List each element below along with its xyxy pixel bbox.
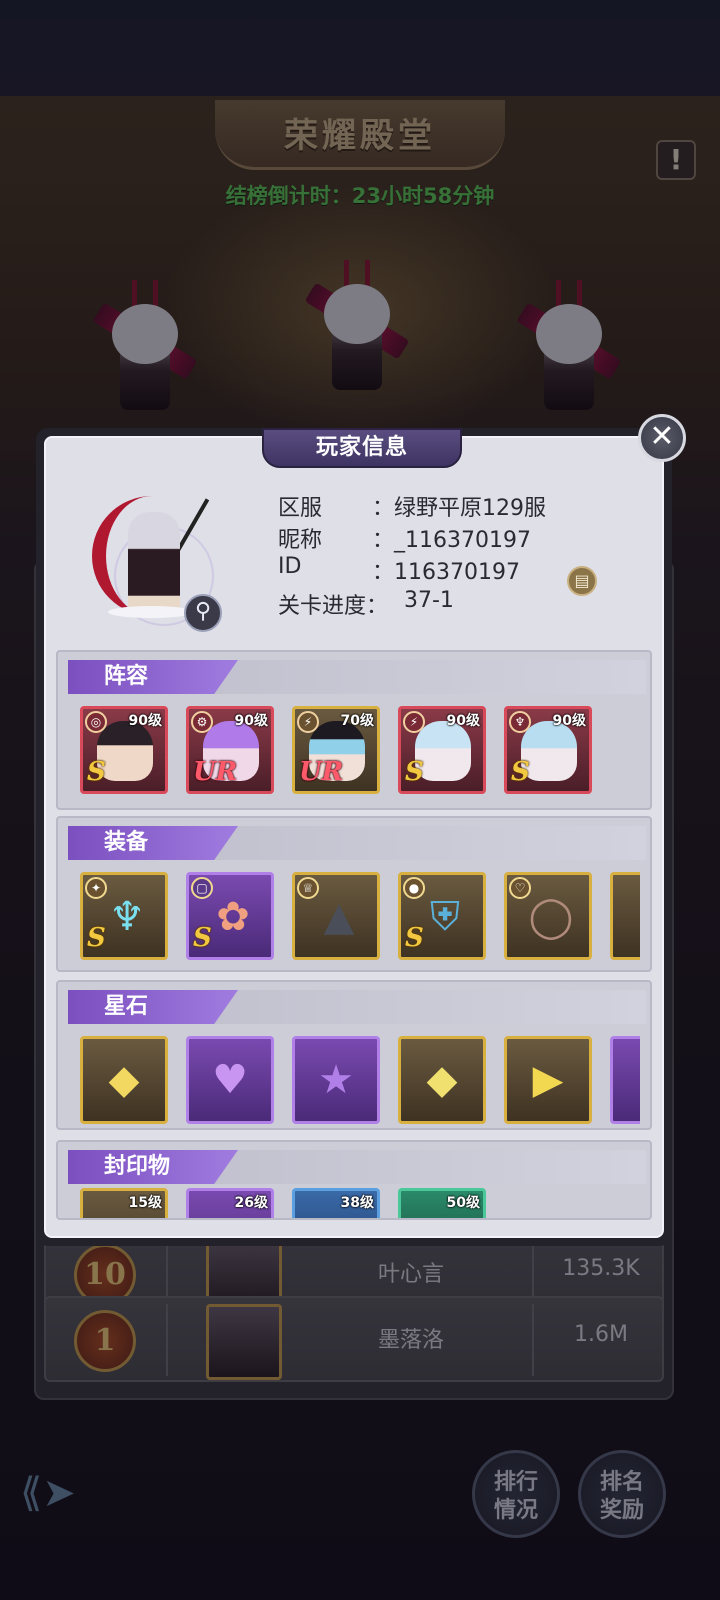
swirl-icon: ◎ (85, 711, 107, 733)
section-title: 星石 (68, 990, 238, 1024)
seal-list: 15级 26级 38级 50级 (80, 1188, 640, 1218)
hero-slot-1[interactable]: ◎ 90级 S (80, 706, 168, 794)
copy-icon: ▤ (574, 571, 590, 590)
star-stone-slot-1[interactable]: ◆ (80, 1036, 168, 1124)
hero-slot-5[interactable]: ♆ 90级 S (504, 706, 592, 794)
star-stone-slot-6[interactable] (610, 1036, 640, 1124)
purple-star-gem-icon: ★ (318, 1057, 354, 1103)
star-stone-list: ◆ ♥ ★ ◆ ▶ (80, 1036, 640, 1132)
gear-icon: ⚙ (191, 711, 213, 733)
wing-icon: ⚡ (403, 711, 425, 733)
hero-list: ◎ 90级 S ⚙ 90级 UR ⚡ 70级 UR ⚡ 90级 S ♆ 90级 … (80, 706, 640, 802)
seal-section: 封印物 15级 26级 38级 50级 (56, 1140, 652, 1220)
spellbook-icon: ✿ (216, 894, 250, 940)
star-stone-slot-2[interactable]: ♥ (186, 1036, 274, 1124)
section-title: 阵容 (68, 660, 238, 694)
id-label: ID (278, 554, 302, 579)
staff-icon: ♆ (509, 711, 531, 733)
id-value: ：116370197 (372, 560, 520, 585)
close-button[interactable]: ✕ (638, 414, 686, 462)
section-title: 封印物 (68, 1150, 238, 1184)
close-icon: ✕ (649, 419, 675, 454)
equipment-slot-extra[interactable] (610, 872, 640, 960)
equipment-slot-armor[interactable]: ⛨ ● S (398, 872, 486, 960)
star-stone-slot-4[interactable]: ◆ (398, 1036, 486, 1124)
star-stone-section: 星石 ◆ ♥ ★ ◆ ▶ (56, 980, 652, 1130)
armor-icon: ⛨ (430, 894, 460, 940)
seal-slot-2[interactable]: 26级 (186, 1188, 274, 1218)
hero-slot-2[interactable]: ⚙ 90级 UR (186, 706, 274, 794)
yellow-triangle-gem-icon: ▶ (532, 1057, 564, 1103)
seal-slot-1[interactable]: 15级 (80, 1188, 168, 1218)
equipment-slot-book[interactable]: ✿ ▢ S (186, 872, 274, 960)
yellow-square-gem-icon: ◆ (108, 1057, 140, 1103)
equipment-section: 装备 ♆ ✦ S ✿ ▢ S ▲ ♕ ⛨ ● S ◯ ♡ (56, 816, 652, 972)
server-label: 区服 (278, 496, 323, 521)
nickname-value: ：_116370197 (372, 528, 531, 553)
bracelet-icon: ◯ (528, 894, 574, 940)
equipment-slot-hat[interactable]: ▲ ♕ (292, 872, 380, 960)
seal-slot-3[interactable]: 38级 (292, 1188, 380, 1218)
purple-heart-gem-icon: ♥ (212, 1057, 248, 1103)
equipment-slot-accessory[interactable]: ◯ ♡ (504, 872, 592, 960)
yellow-diamond-gem-icon: ◆ (426, 1057, 458, 1103)
copy-id-button[interactable]: ▤ (567, 566, 597, 596)
wing-icon: ⚡ (297, 711, 319, 733)
server-value: ：绿野平原129服 (372, 496, 546, 521)
lineup-section: 阵容 ◎ 90级 S ⚙ 90级 UR ⚡ 70级 UR ⚡ 90级 S ♆ 9… (56, 650, 652, 810)
modal-title: 玩家信息 (262, 428, 462, 468)
hero-slot-4[interactable]: ⚡ 90级 S (398, 706, 486, 794)
nickname-label: 昵称 (278, 528, 323, 553)
equipment-list: ♆ ✦ S ✿ ▢ S ▲ ♕ ⛨ ● S ◯ ♡ (80, 872, 640, 968)
trident-icon: ♆ (109, 894, 145, 940)
equipment-slot-weapon[interactable]: ♆ ✦ S (80, 872, 168, 960)
seal-slot-4[interactable]: 50级 (398, 1188, 486, 1218)
stage-progress-label: 关卡进度： (278, 594, 389, 619)
section-title: 装备 (68, 826, 238, 860)
star-stone-slot-5[interactable]: ▶ (504, 1036, 592, 1124)
stage-progress-value: 37-1 (404, 588, 454, 613)
magnifier-icon[interactable]: ⚲ (184, 594, 222, 632)
star-stone-slot-3[interactable]: ★ (292, 1036, 380, 1124)
witch-hat-icon: ▲ (323, 894, 355, 940)
hero-slot-3[interactable]: ⚡ 70级 UR (292, 706, 380, 794)
